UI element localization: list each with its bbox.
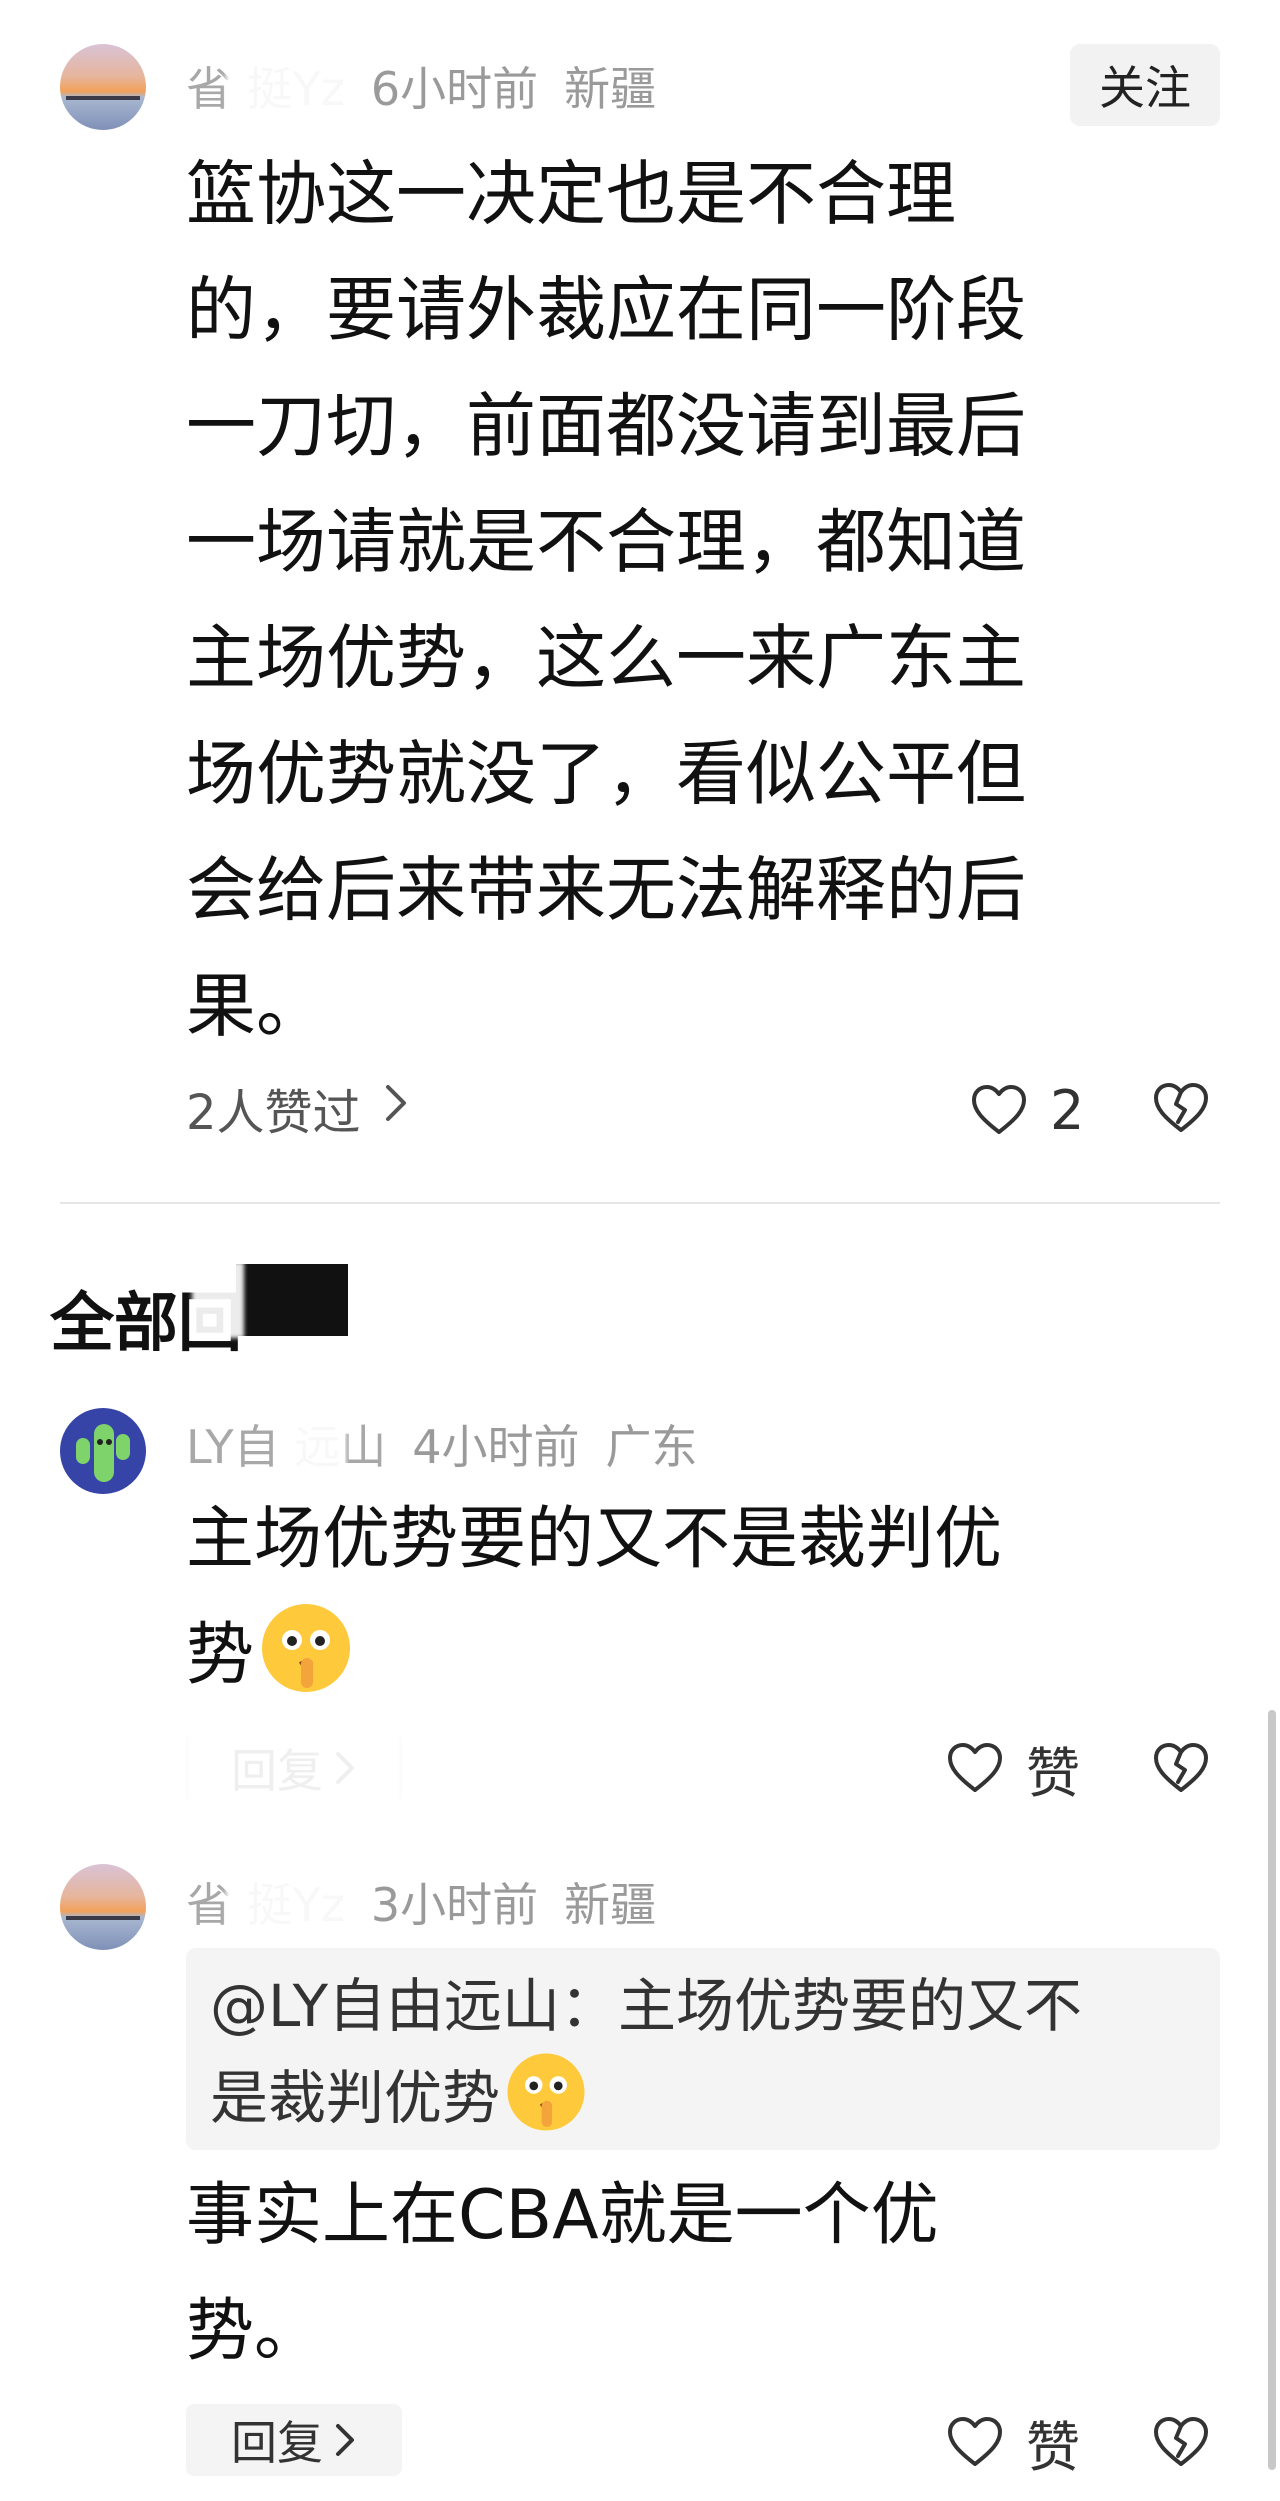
reply-line: 主场优势要的又不是裁判优	[186, 1500, 1003, 1579]
reply-time: 4小时前	[412, 1420, 580, 1474]
reply-button[interactable]: 回复	[186, 2404, 402, 2476]
reply-location: 广东	[605, 1420, 698, 1474]
reply-like-button[interactable]: 赞	[946, 2404, 1080, 2480]
comment-line: 场优势就没了，看似公平但	[186, 733, 1026, 815]
reply-avatar[interactable]	[60, 1408, 146, 1494]
comment-line: 一刀切，前面都没请到最后	[186, 385, 1026, 467]
like-count: 2	[1050, 1078, 1085, 1142]
comment-line: 一场请就是不合理，都知道	[186, 501, 1026, 583]
redaction-blur	[192, 1262, 244, 1338]
broken-heart-icon	[1152, 1742, 1210, 1794]
reply-button-label: 回复	[231, 2416, 323, 2470]
reply-location: 新疆	[564, 1878, 657, 1932]
reply-like-button[interactable]: 赞	[946, 1730, 1080, 1806]
cactus-icon	[76, 1424, 130, 1482]
reply-line: 事实上在CBA就是一个优	[186, 2176, 939, 2255]
heart-outline-icon	[946, 1742, 1004, 1794]
scrollbar[interactable]	[1268, 1710, 1276, 2470]
liked-by-link[interactable]: 2人赞过	[186, 1072, 409, 1144]
like-button[interactable]: 2	[970, 1072, 1084, 1148]
shushing-face-emoji	[262, 1604, 351, 1692]
reply-line: 势	[186, 1598, 1002, 1714]
comment-line: 的，要请外裁应在同一阶段	[186, 269, 1026, 351]
comment-line: 主场优势，这么一来广东主	[186, 617, 1026, 699]
reply-time: 3小时前	[370, 1878, 539, 1932]
heart-outline-icon	[970, 1084, 1028, 1136]
comment-line: 会给后来带来无法解释的后	[186, 849, 1026, 931]
redaction-blur	[186, 1726, 402, 1810]
shushing-face-emoji	[507, 2053, 585, 2131]
chevron-right-icon	[336, 2424, 354, 2456]
reply-like-label: 赞	[1026, 2415, 1080, 2479]
reply-line: 势。	[186, 2292, 323, 2371]
reply-dislike-button[interactable]	[1152, 2416, 1210, 2468]
comment-body: 篮协这一决定也是不合理 的，要请外裁应在同一阶段 一刀切，前面都没请到最后 一场…	[186, 136, 1026, 1064]
redaction-blur	[226, 1866, 346, 1936]
author-avatar[interactable]	[60, 44, 146, 130]
reply-avatar[interactable]	[60, 1864, 146, 1950]
quoted-comment[interactable]: @LY自由远山：主场优势要的又不 是裁判优势	[186, 1948, 1220, 2150]
comment-line: 篮协这一决定也是不合理	[186, 153, 956, 235]
quote-line: 是裁判优势	[210, 2050, 1210, 2142]
comment-time: 6小时前	[370, 62, 539, 116]
quote-text: @LY自由远山：主场优势要的又不 是裁判优势	[210, 1962, 1210, 2142]
comment-line: 果。	[186, 965, 326, 1047]
broken-heart-icon	[1152, 2416, 1210, 2468]
liked-by-text: 2人赞过	[186, 1085, 361, 1141]
redaction-blur	[226, 52, 346, 116]
reply-like-label: 赞	[1026, 1741, 1080, 1805]
redaction-bar	[236, 1264, 348, 1336]
heart-outline-icon	[946, 2416, 1004, 2468]
quote-line: @LY自由远山：主场优势要的又不	[210, 1972, 1083, 2040]
reply-meta: LY自 远山 4小时前 广东	[186, 1414, 698, 1474]
reply-body: 主场优势要的又不是裁判优 势	[186, 1482, 1002, 1714]
section-divider	[60, 1202, 1220, 1204]
reply-dislike-button[interactable]	[1152, 1742, 1210, 1794]
broken-heart-icon	[1152, 1082, 1210, 1134]
reply-body: 事实上在CBA就是一个优 势。	[186, 2158, 939, 2390]
chevron-right-icon	[383, 1083, 409, 1134]
dislike-button[interactable]	[1152, 1082, 1210, 1134]
follow-button[interactable]: 关注	[1070, 44, 1220, 126]
comment-location: 新疆	[564, 62, 657, 116]
